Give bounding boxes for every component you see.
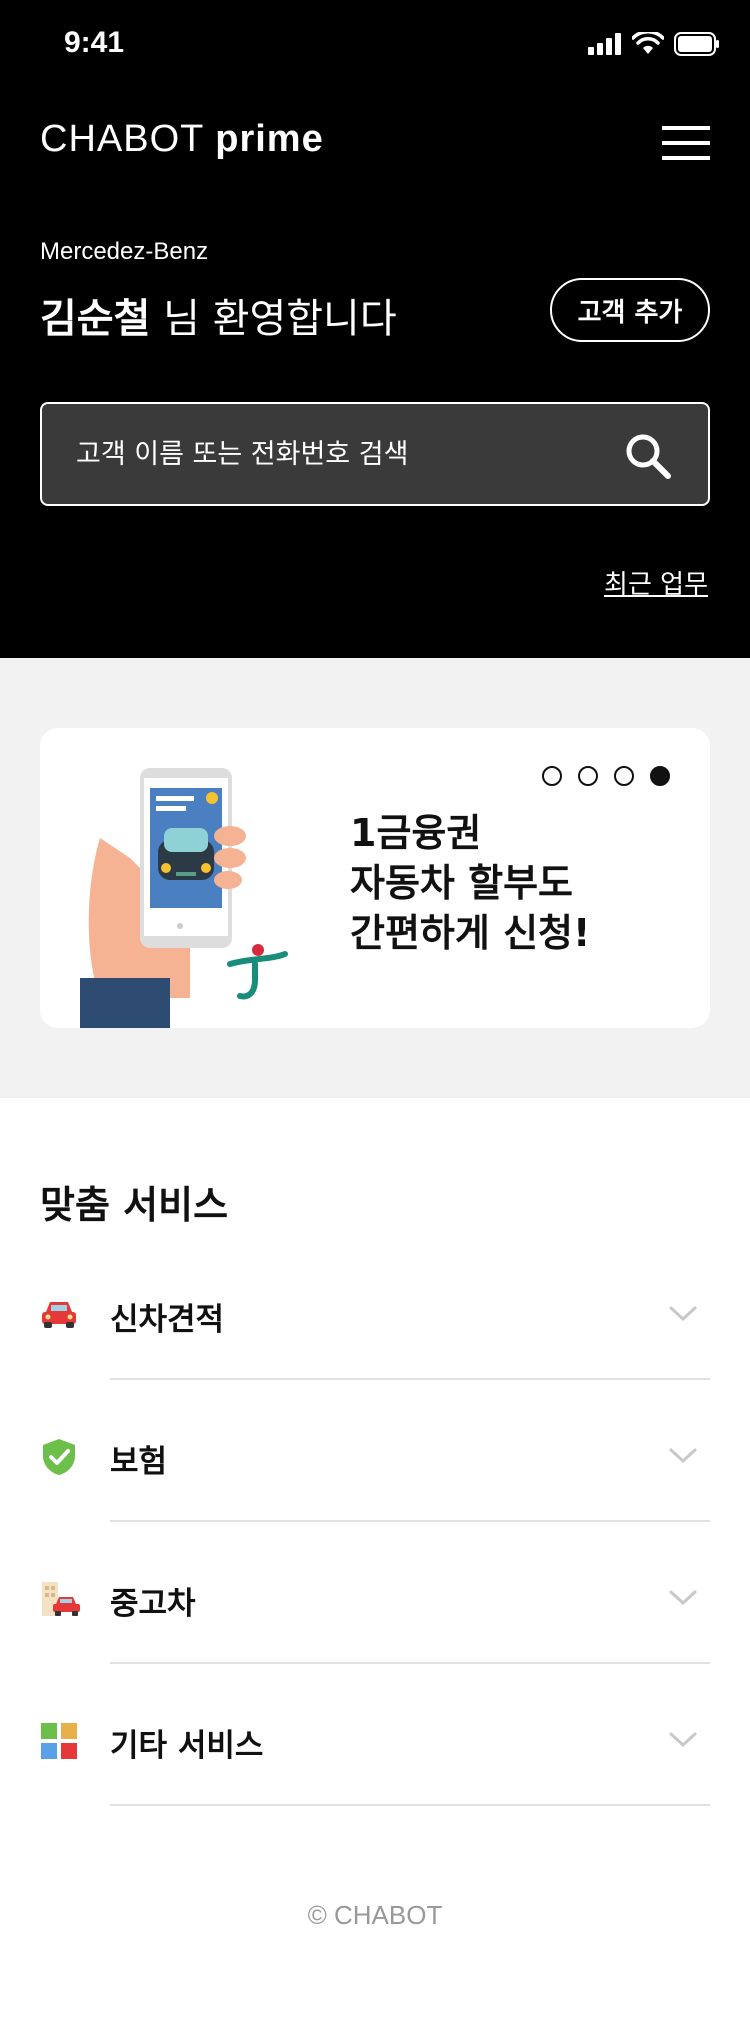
footer-copyright: © CHABOT	[307, 1900, 443, 1930]
carousel-dot-1[interactable]	[542, 766, 562, 786]
shield-check-icon	[40, 1438, 78, 1476]
banner-line: 간편하게 신청!	[350, 911, 591, 955]
promo-banner[interactable]: 1금융권 자동차 할부도 간편하게 신청!	[40, 728, 710, 1028]
search-input[interactable]	[76, 432, 616, 476]
phone-in-hand-illustration	[80, 768, 320, 1028]
banner-headline: 1금융권 자동차 할부도 간편하게 신청!	[350, 808, 590, 958]
service-label: 보험	[110, 1444, 168, 1480]
welcome-suffix: 님 환영합니다	[163, 296, 397, 342]
hamburger-menu-icon[interactable]	[662, 126, 710, 160]
search-icon[interactable]	[624, 432, 672, 480]
service-item-used-car[interactable]: 중고차	[0, 1522, 750, 1664]
banner-line: 자동차 할부도	[350, 861, 573, 905]
recent-tasks-link[interactable]: 최근 업무	[604, 564, 708, 601]
welcome-message: 김순철 님 환영합니다	[40, 286, 397, 344]
status-icons	[588, 32, 720, 56]
chevron-down-icon[interactable]	[668, 1446, 698, 1466]
banner-line: 1금융권	[350, 811, 482, 855]
carousel-pagination	[542, 766, 670, 786]
service-label: 기타 서비스	[110, 1728, 264, 1764]
chevron-down-icon[interactable]	[668, 1304, 698, 1324]
header-section: 9:41 CHABOT prime Mercedez-Benz 김순철 님 환영…	[0, 0, 750, 658]
services-title: 맞춤 서비스	[40, 1183, 229, 1227]
chevron-down-icon[interactable]	[668, 1730, 698, 1750]
add-customer-button[interactable]: 고객 추가	[550, 278, 710, 342]
dealer-name: Mercedez-Benz	[40, 238, 209, 265]
user-name: 김순철	[40, 296, 151, 342]
search-bar	[40, 402, 710, 506]
grid-icon	[40, 1722, 78, 1760]
carousel-dot-3[interactable]	[614, 766, 634, 786]
brand-bold: prime	[215, 118, 324, 160]
divider	[110, 1804, 710, 1806]
brand-logo: CHABOT prime	[40, 118, 324, 161]
chevron-down-icon[interactable]	[668, 1588, 698, 1608]
service-item-new-car-quote[interactable]: 신차견적	[0, 1238, 750, 1380]
service-item-other[interactable]: 기타 서비스	[0, 1664, 750, 1806]
wifi-icon	[632, 32, 664, 54]
banner-section: 1금융권 자동차 할부도 간편하게 신청!	[0, 658, 750, 1098]
service-label: 중고차	[110, 1586, 196, 1622]
used-car-icon	[40, 1580, 80, 1618]
brand-regular: CHABOT	[40, 118, 204, 160]
car-icon	[40, 1296, 78, 1334]
service-item-insurance[interactable]: 보험	[0, 1380, 750, 1522]
service-label: 신차견적	[110, 1302, 225, 1338]
carousel-dot-2[interactable]	[578, 766, 598, 786]
carousel-dot-4[interactable]	[650, 766, 670, 786]
status-time: 9:41	[64, 26, 125, 59]
battery-icon	[674, 32, 719, 56]
signal-icon	[588, 33, 621, 55]
